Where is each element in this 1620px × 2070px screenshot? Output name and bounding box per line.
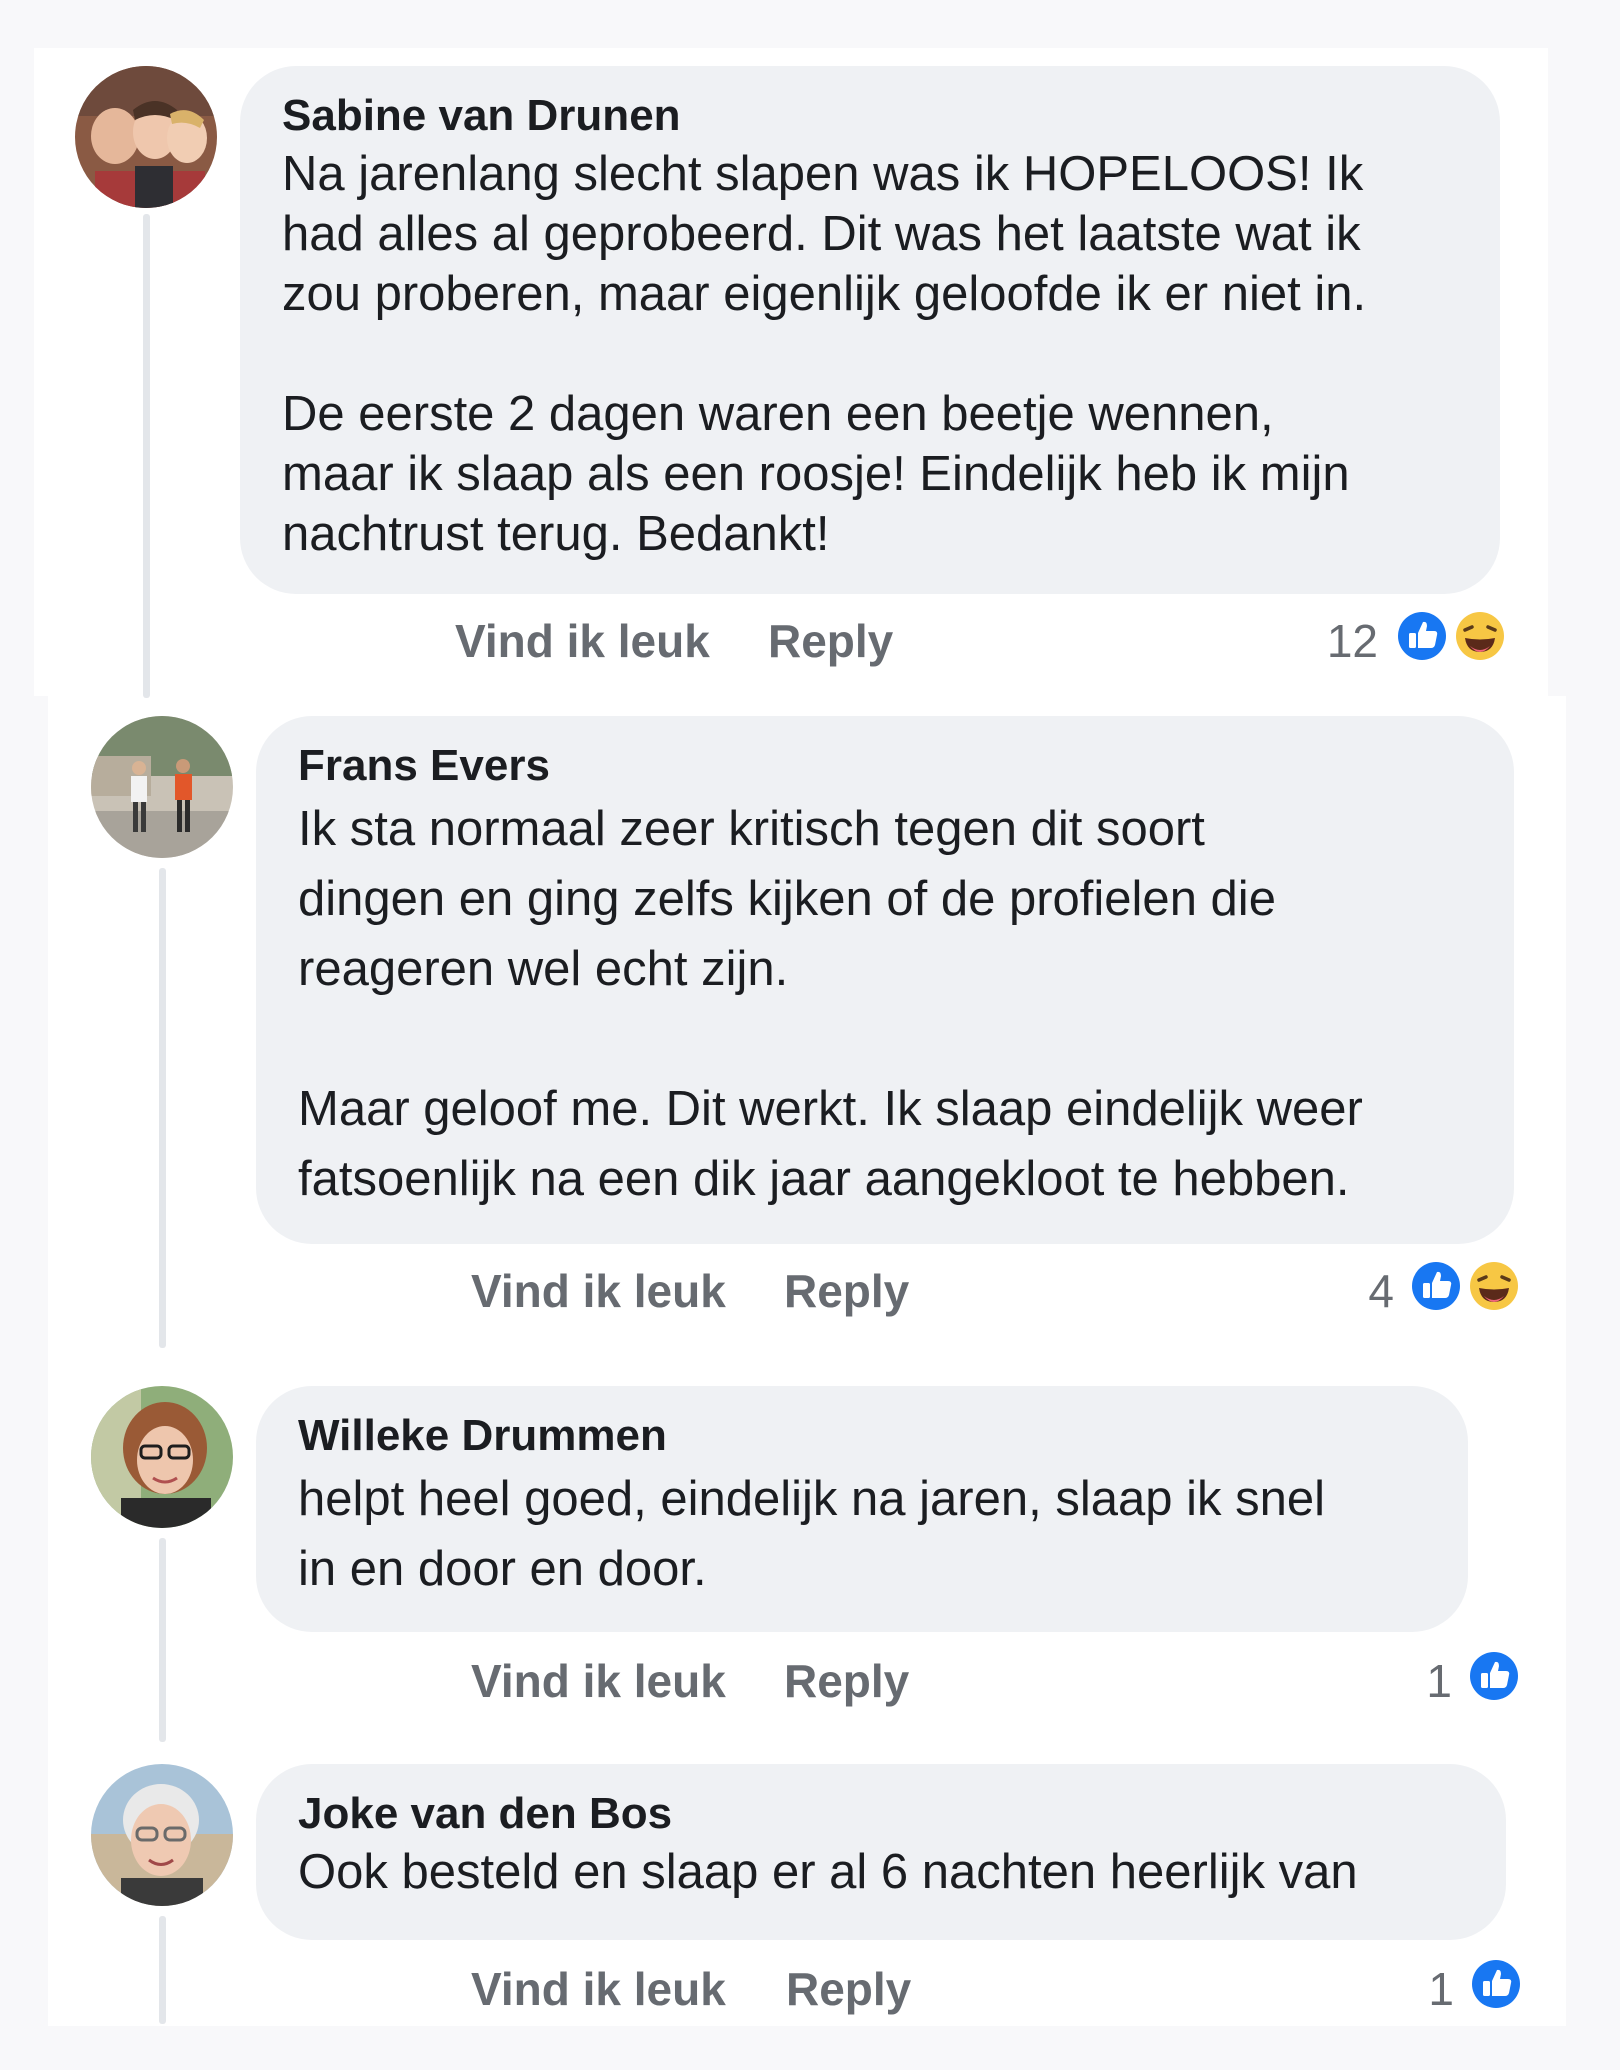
like-icon bbox=[1408, 1258, 1464, 1314]
like-icon bbox=[1394, 608, 1450, 664]
comment-text: Na jarenlang slecht slapen was ik HOPELO… bbox=[282, 147, 1367, 561]
avatar[interactable] bbox=[91, 1764, 233, 1906]
thread-line bbox=[159, 868, 166, 1348]
like-button[interactable]: Vind ik leuk bbox=[471, 1264, 726, 1318]
like-icon bbox=[1466, 1648, 1522, 1704]
comment-bubble: Frans Evers Ik sta normaal zeer kritisch… bbox=[256, 716, 1514, 1244]
reaction-count: 1 bbox=[1428, 1963, 1454, 2015]
avatar[interactable] bbox=[75, 66, 217, 208]
haha-icon bbox=[1452, 608, 1508, 664]
comment-text: Ook besteld en slaap er al 6 nachten hee… bbox=[298, 1845, 1358, 1899]
comment-author[interactable]: Frans Evers bbox=[298, 738, 1470, 794]
comment-bubble: Willeke Drummen helpt heel goed, eindeli… bbox=[256, 1386, 1468, 1632]
thread-line bbox=[159, 1916, 166, 2024]
reply-button[interactable]: Reply bbox=[768, 614, 893, 668]
thread-line bbox=[159, 1538, 166, 1742]
comment-author[interactable]: Sabine van Drunen bbox=[282, 88, 1456, 144]
comment-author[interactable]: Joke van den Bos bbox=[298, 1786, 1462, 1842]
reply-button[interactable]: Reply bbox=[784, 1264, 909, 1318]
like-button[interactable]: Vind ik leuk bbox=[471, 1654, 726, 1708]
reaction-count: 1 bbox=[1426, 1655, 1452, 1707]
like-button[interactable]: Vind ik leuk bbox=[455, 614, 710, 668]
comment-bubble: Joke van den Bos Ook besteld en slaap er… bbox=[256, 1764, 1506, 1940]
haha-icon bbox=[1466, 1258, 1522, 1314]
thread-line bbox=[143, 214, 150, 698]
reply-button[interactable]: Reply bbox=[786, 1962, 911, 2016]
like-icon bbox=[1468, 1956, 1524, 2012]
comment-text: helpt heel goed, eindelijk na jaren, sla… bbox=[298, 1472, 1325, 1596]
avatar[interactable] bbox=[91, 1386, 233, 1528]
comment-bubble: Sabine van Drunen Na jarenlang slecht sl… bbox=[240, 66, 1500, 594]
comment-text: Ik sta normaal zeer kritisch tegen dit s… bbox=[298, 802, 1363, 1206]
reply-button[interactable]: Reply bbox=[784, 1654, 909, 1708]
like-button[interactable]: Vind ik leuk bbox=[471, 1962, 726, 2016]
reaction-count: 12 bbox=[1326, 615, 1378, 667]
comment-author[interactable]: Willeke Drummen bbox=[298, 1408, 1424, 1464]
avatar[interactable] bbox=[91, 716, 233, 858]
reaction-count: 4 bbox=[1368, 1265, 1394, 1317]
